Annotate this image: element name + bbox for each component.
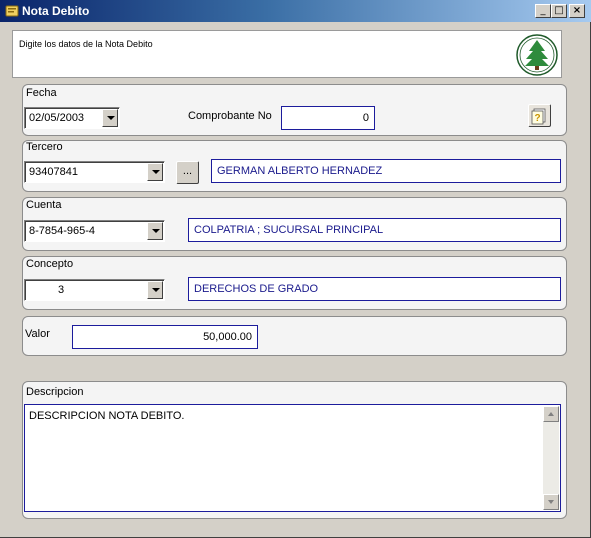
- descripcion-label: Descripcion: [26, 386, 84, 398]
- cuenta-name-field[interactable]: COLPATRIA ; SUCURSAL PRINCIPAL: [188, 218, 561, 242]
- tercero-label: Tercero: [26, 141, 63, 153]
- vertical-scrollbar[interactable]: [543, 406, 559, 510]
- help-button[interactable]: ?: [528, 104, 551, 127]
- chevron-down-icon[interactable]: [147, 281, 163, 299]
- nota-debito-window: Nota Debito _ □ × Digite los datos de la…: [0, 0, 591, 538]
- svg-text:?: ?: [534, 113, 540, 124]
- cuenta-code-value: 8-7854-965-4: [29, 225, 96, 237]
- browse-tercero-button[interactable]: ...: [176, 161, 199, 184]
- concepto-code-select[interactable]: 3: [24, 279, 165, 301]
- fecha-date-picker[interactable]: 02/05/2003: [24, 107, 120, 129]
- fecha-label: Fecha: [26, 87, 57, 99]
- comprobante-input[interactable]: 0: [281, 106, 375, 130]
- window-title: Nota Debito: [22, 4, 90, 18]
- fecha-value: 02/05/2003: [29, 112, 85, 124]
- chevron-down-icon[interactable]: [147, 163, 163, 181]
- tercero-code-value: 93407841: [29, 166, 78, 178]
- help-icon: ?: [531, 108, 546, 125]
- window-app-icon: [5, 5, 19, 17]
- concepto-label: Concepto: [26, 258, 74, 270]
- institution-seal-logo: [516, 34, 558, 76]
- valor-label: Valor: [25, 328, 50, 340]
- concepto-code-value: 3: [58, 284, 65, 296]
- minimize-button[interactable]: _: [535, 4, 551, 18]
- cuenta-code-select[interactable]: 8-7854-965-4: [24, 220, 165, 242]
- descripcion-value: DESCRIPCION NOTA DEBITO.: [29, 410, 185, 422]
- descripcion-textarea[interactable]: DESCRIPCION NOTA DEBITO.: [24, 404, 561, 512]
- cuenta-label: Cuenta: [26, 199, 62, 211]
- tercero-name-field[interactable]: GERMAN ALBERTO HERNADEZ: [211, 159, 561, 183]
- close-button[interactable]: ×: [569, 4, 585, 18]
- header-panel: Digite los datos de la Nota Debito: [12, 30, 562, 78]
- title-bar[interactable]: Nota Debito _ □ ×: [0, 0, 591, 22]
- scroll-up-icon[interactable]: [543, 406, 559, 422]
- instruction-text: Digite los datos de la Nota Debito: [19, 39, 153, 49]
- tercero-code-select[interactable]: 93407841: [24, 161, 165, 183]
- concepto-name-field[interactable]: DERECHOS DE GRADO: [188, 277, 561, 301]
- chevron-down-icon[interactable]: [102, 109, 118, 127]
- chevron-down-icon[interactable]: [147, 222, 163, 240]
- maximize-button[interactable]: □: [551, 4, 567, 18]
- valor-input[interactable]: 50,000.00: [72, 325, 258, 349]
- scroll-down-icon[interactable]: [543, 494, 559, 510]
- comprobante-label: Comprobante No: [188, 110, 272, 122]
